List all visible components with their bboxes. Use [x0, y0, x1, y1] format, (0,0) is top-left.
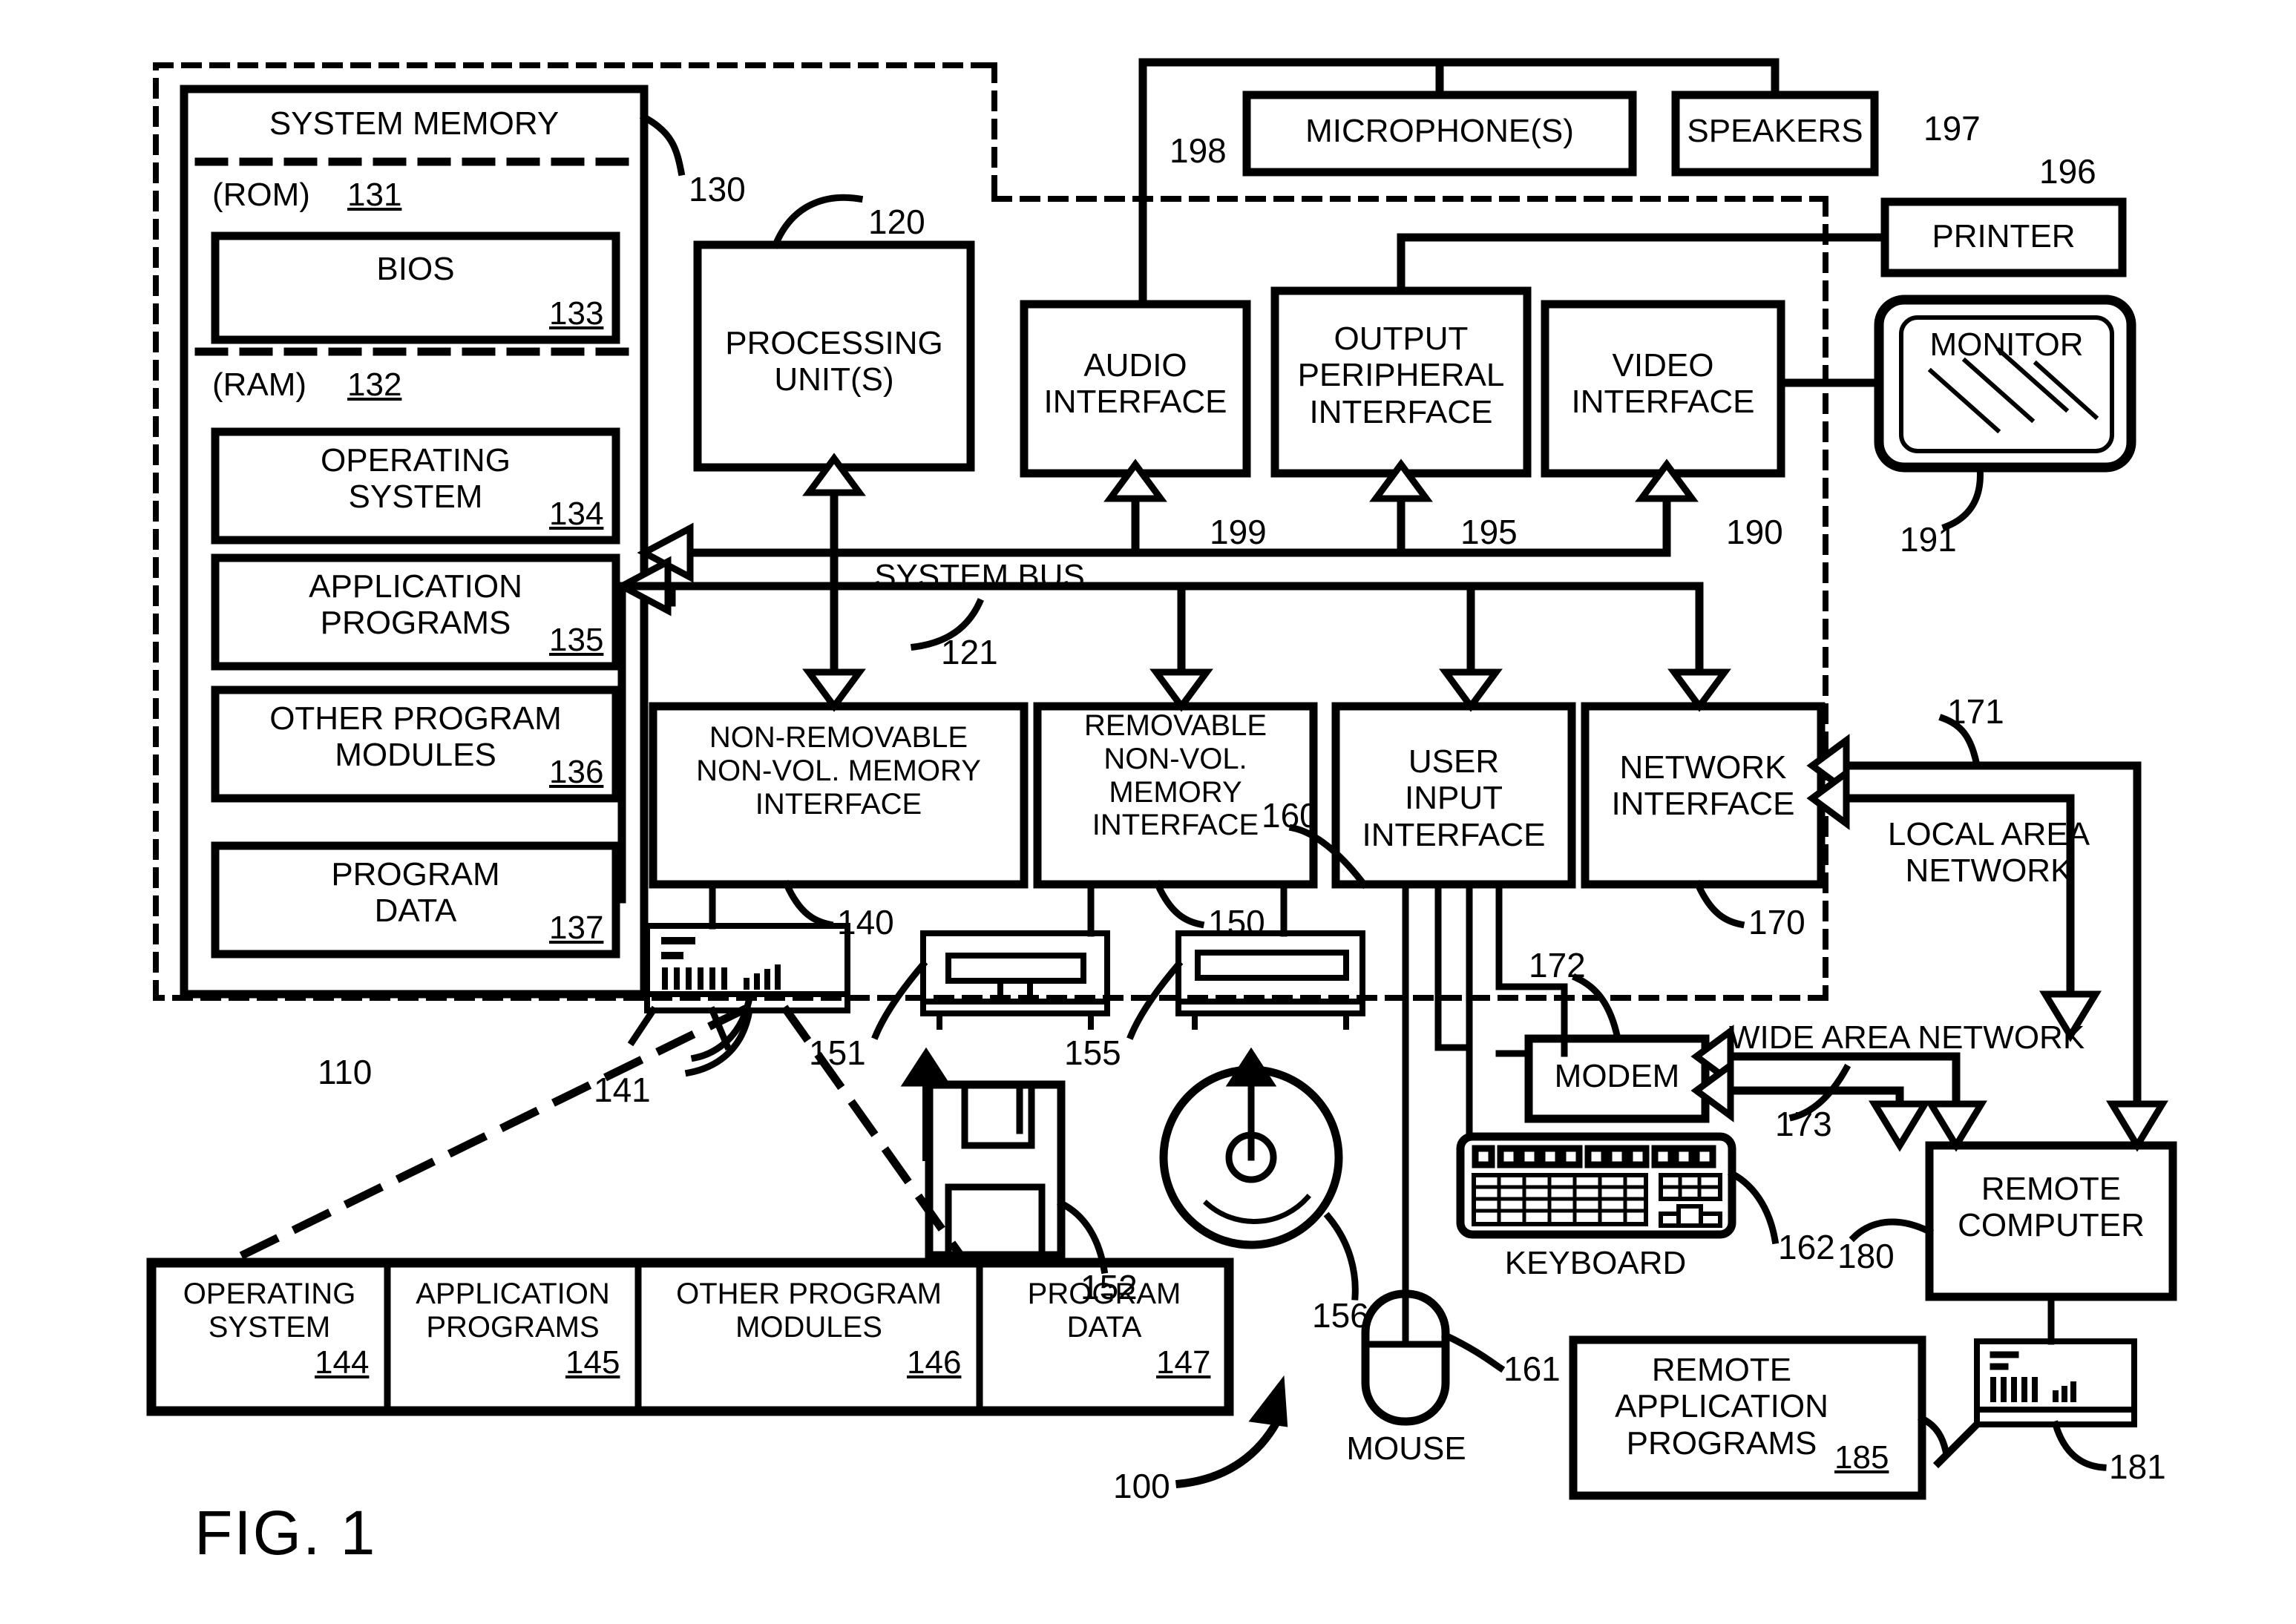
ref-199: 199 — [1210, 513, 1267, 551]
ref-180: 180 — [1837, 1237, 1895, 1275]
system-memory-title: SYSTEM MEMORY — [269, 105, 560, 142]
ref-135: 135 — [549, 622, 604, 658]
ref-197: 197 — [1923, 109, 1981, 148]
ref-146: 146 — [907, 1344, 962, 1381]
ref-134: 134 — [549, 496, 604, 532]
system-bus-label: SYSTEM BUS — [874, 558, 1085, 594]
monitor-label: MONITOR — [1929, 326, 2084, 363]
ref-141: 141 — [594, 1071, 651, 1109]
video-interface-label: VIDEO INTERFACE — [1571, 347, 1755, 421]
ref-110: 110 — [318, 1053, 373, 1091]
ref-145: 145 — [565, 1344, 620, 1381]
disk-program-data-label: PROGRAM DATA — [1027, 1278, 1181, 1344]
ref-121: 121 — [941, 633, 998, 671]
non-removable-memory-interface-label: NON-REMOVABLE NON-VOL. MEMORY INTERFACE — [696, 721, 981, 821]
ref-136: 136 — [549, 754, 604, 790]
processing-unit-label: PROCESSING UNIT(S) — [725, 325, 943, 398]
bios-label: BIOS — [376, 251, 455, 287]
ref-195: 195 — [1460, 513, 1518, 551]
ref-162: 162 — [1778, 1228, 1835, 1266]
ref-150: 150 — [1208, 903, 1265, 941]
ref-170: 170 — [1748, 903, 1805, 941]
ref-190: 190 — [1726, 513, 1783, 551]
remote-computer-label: REMOTE COMPUTER — [1958, 1171, 2145, 1244]
patent-figure: SYSTEM MEMORY 130 (ROM) 131 BIOS 133 (RA… — [0, 0, 2296, 1624]
user-input-interface-label: USER INPUT INTERFACE — [1362, 743, 1546, 853]
ref-172: 172 — [1529, 946, 1586, 984]
ref-196: 196 — [2039, 152, 2096, 191]
ref-161: 161 — [1503, 1350, 1561, 1388]
output-peripheral-interface-label: OUTPUT PERIPHERAL INTERFACE — [1297, 320, 1505, 430]
keyboard-label: KEYBOARD — [1504, 1245, 1687, 1281]
modem-label: MODEM — [1554, 1058, 1680, 1094]
ref-198: 198 — [1170, 131, 1227, 170]
ref-160: 160 — [1262, 796, 1319, 835]
ref-185: 185 — [1834, 1439, 1889, 1476]
printer-label: PRINTER — [1932, 218, 2076, 254]
remote-application-programs-label: REMOTE APPLICATION PROGRAMS — [1615, 1352, 1828, 1462]
wide-area-network-label: WIDE AREA NETWORK — [1729, 1019, 2085, 1056]
ref-181: 181 — [2109, 1447, 2166, 1486]
local-area-network-label: LOCAL AREA NETWORK — [1887, 816, 2090, 890]
ref-191: 191 — [1900, 520, 1957, 559]
disk-other-program-modules-label: OTHER PROGRAM MODULES — [676, 1278, 942, 1344]
speakers-label: SPEAKERS — [1687, 113, 1863, 149]
ref-137: 137 — [549, 910, 604, 946]
ref-131: 131 — [347, 177, 402, 213]
ref-100: 100 — [1113, 1467, 1170, 1505]
ref-171: 171 — [1947, 692, 2004, 731]
ref-133: 133 — [549, 295, 604, 332]
ref-130: 130 — [689, 170, 746, 208]
disk-operating-system-label: OPERATING SYSTEM — [183, 1278, 356, 1344]
ref-151: 151 — [809, 1033, 866, 1072]
ref-144: 144 — [315, 1344, 370, 1381]
network-interface-label: NETWORK INTERFACE — [1611, 749, 1795, 823]
audio-interface-label: AUDIO INTERFACE — [1043, 347, 1227, 421]
ref-147: 147 — [1156, 1344, 1211, 1381]
ref-173: 173 — [1775, 1105, 1832, 1143]
mouse-label: MOUSE — [1346, 1430, 1466, 1467]
ref-132: 132 — [347, 366, 402, 403]
ref-155: 155 — [1064, 1033, 1121, 1072]
figure-caption: FIG. 1 — [194, 1498, 377, 1568]
disk-application-programs-label: APPLICATION PROGRAMS — [416, 1278, 610, 1344]
ref-140: 140 — [837, 903, 894, 941]
ref-156: 156 — [1312, 1296, 1369, 1335]
microphone-label: MICROPHONE(S) — [1305, 113, 1574, 149]
ref-120: 120 — [868, 203, 925, 241]
